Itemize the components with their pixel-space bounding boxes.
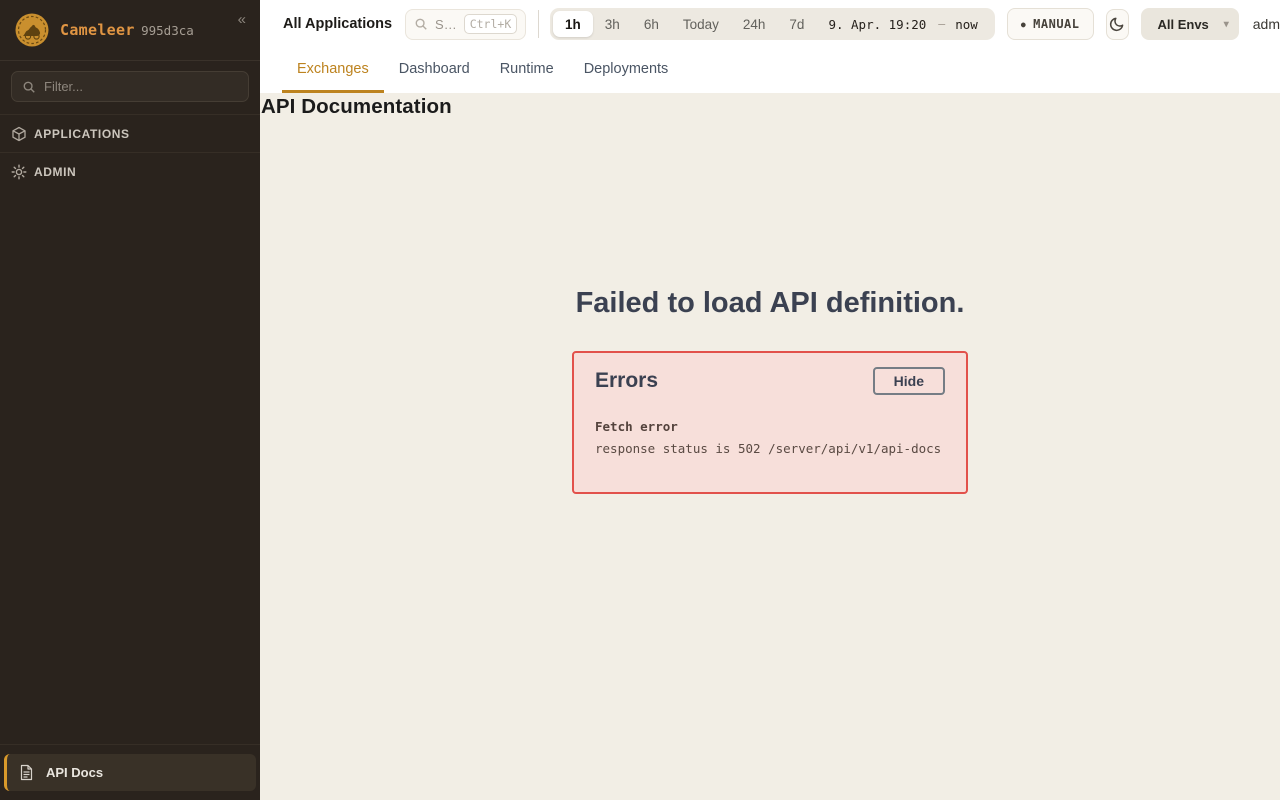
filter-input[interactable] [44,79,238,94]
status-dot: ● [1021,20,1026,29]
cameleer-logo-icon [14,12,50,48]
time-range-24h[interactable]: 24h [731,11,778,37]
env-select-value: All Envs [1157,17,1208,32]
time-range-to[interactable]: now [949,17,992,32]
errors-panel-header: Errors Hide [595,367,945,395]
sidebar-footer: API Docs [0,744,260,800]
time-range-today[interactable]: Today [671,11,731,37]
search-placeholder: S… [435,17,457,32]
filter-box[interactable] [11,71,249,102]
tabbar: Exchanges Dashboard Runtime Deployments [260,48,1280,93]
scope-label: All Applications [283,16,392,32]
page-title: API Documentation [260,93,1280,119]
manual-label: MANUAL [1033,17,1079,31]
time-range-from[interactable]: 9. Apr. 19:20 [816,17,934,32]
sidebar: Cameleer 995d3ca « APPLICATIONS [0,0,260,800]
sidebar-item-label: APPLICATIONS [34,127,130,141]
topbar: All Applications S… Ctrl+K 1h 3h 6h Toda… [260,0,1280,48]
theme-toggle-button[interactable] [1106,9,1130,40]
errors-panel: Errors Hide Fetch error response status … [572,351,968,494]
document-icon [19,764,34,781]
manual-mode-button[interactable]: ● MANUAL [1007,8,1094,40]
sidebar-item-label: ADMIN [34,165,76,179]
time-range-1h[interactable]: 1h [553,11,593,37]
errors-panel-title: Errors [595,369,658,393]
tab-runtime[interactable]: Runtime [485,48,569,93]
brand-text: Cameleer 995d3ca [60,21,194,40]
search-icon [414,17,428,31]
cube-icon [11,126,27,142]
time-range-separator: – [934,17,949,31]
sidebar-item-api-docs[interactable]: API Docs [4,754,256,791]
brand: Cameleer 995d3ca « [0,0,260,61]
tab-exchanges[interactable]: Exchanges [282,48,384,93]
filter-wrap [0,61,260,114]
sidebar-spacer [0,190,260,744]
env-select[interactable]: All Envs ▾ [1141,8,1238,40]
sidebar-item-label: API Docs [46,765,103,780]
global-search[interactable]: S… Ctrl+K [405,9,526,40]
chevron-down-icon: ▾ [1224,19,1229,30]
sidebar-item-applications[interactable]: APPLICATIONS [0,114,260,152]
time-range-7d[interactable]: 7d [777,11,816,37]
load-error-message: Failed to load API definition. [260,287,1280,320]
main-column: All Applications S… Ctrl+K 1h 3h 6h Toda… [260,0,1280,800]
hide-errors-button[interactable]: Hide [873,367,945,395]
brand-id: 995d3ca [141,23,194,38]
sidebar-collapse-icon[interactable]: « [234,10,250,29]
tab-dashboard[interactable]: Dashboard [384,48,485,93]
error-detail: response status is 502 /server/api/v1/ap… [595,441,945,456]
gear-icon [11,164,27,180]
search-shortcut-badge: Ctrl+K [464,14,518,34]
search-icon [22,80,36,94]
time-range-3h[interactable]: 3h [593,11,632,37]
error-name: Fetch error [595,419,945,434]
time-range-selector: 1h 3h 6h Today 24h 7d 9. Apr. 19:20 – no… [550,8,995,40]
content-area: API Documentation Failed to load API def… [260,93,1280,800]
sidebar-item-admin[interactable]: ADMIN [0,152,260,190]
user-label: adm [1253,16,1280,32]
time-range-6h[interactable]: 6h [632,11,671,37]
tab-deployments[interactable]: Deployments [569,48,684,93]
moon-icon [1109,16,1125,32]
divider [538,10,539,38]
brand-name: Cameleer [60,21,135,39]
